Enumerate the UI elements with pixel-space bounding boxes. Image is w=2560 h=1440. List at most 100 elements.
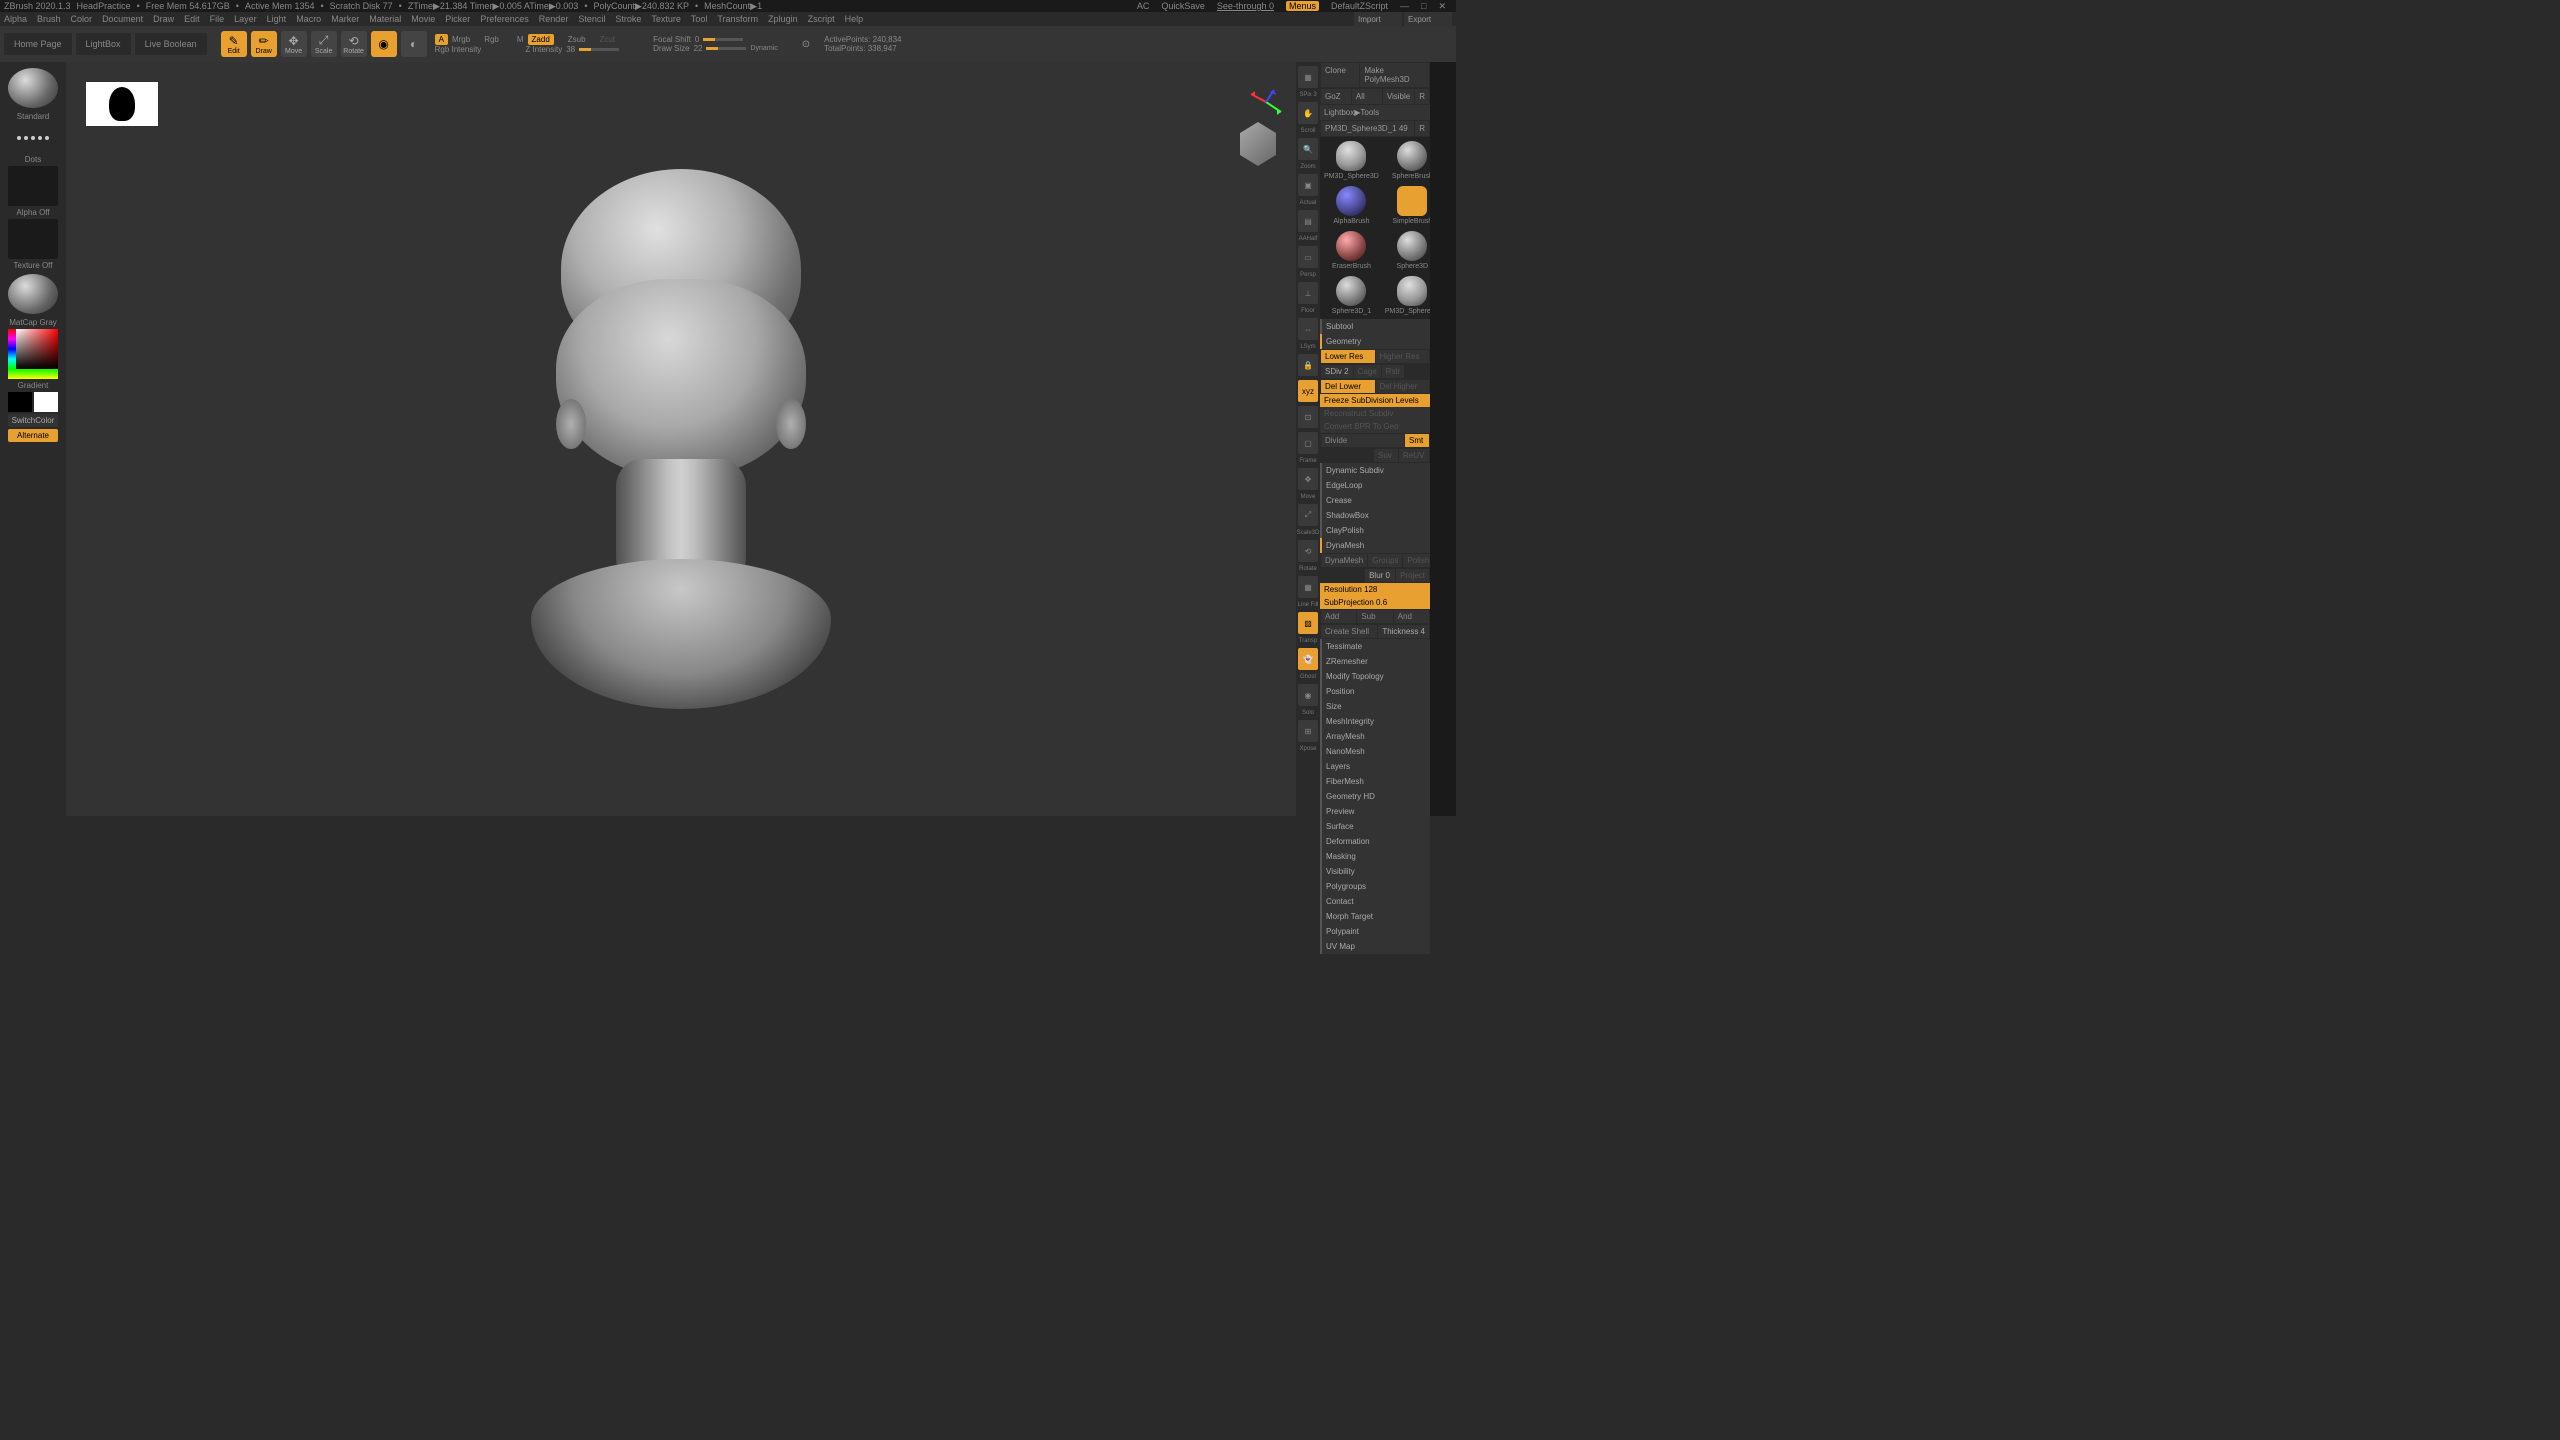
menu-texture[interactable]: Texture (651, 14, 681, 24)
color-picker[interactable] (8, 329, 58, 379)
create-shell-button[interactable]: Create Shell (1321, 625, 1377, 638)
scale-mode-button[interactable]: ⤢Scale (311, 31, 337, 57)
texture-selector[interactable] (8, 219, 58, 259)
make-polymesh-button[interactable]: Make PolyMesh3D (1360, 63, 1429, 87)
thickness-slider[interactable]: Thickness 4 (1378, 625, 1429, 638)
rtool-solo[interactable]: ◉ (1298, 684, 1318, 706)
edit-mode-button[interactable]: ✎Edit (221, 31, 247, 57)
rp-import[interactable]: Import (1354, 12, 1402, 27)
tool-item[interactable]: Sphere3D_1 (1322, 274, 1381, 317)
gradient-label[interactable]: Gradient (18, 381, 49, 390)
rtool-actual[interactable]: ▣ (1298, 174, 1318, 196)
rtool-scroll[interactable]: ✋ (1298, 102, 1318, 124)
sub-edgeloop[interactable]: EdgeLoop (1320, 478, 1430, 493)
tab-liveboolean[interactable]: Live Boolean (135, 33, 207, 55)
menu-edit[interactable]: Edit (184, 14, 200, 24)
section-subtool[interactable]: Subtool (1320, 319, 1430, 334)
tool-item[interactable]: PM3D_Sphere3D (1322, 139, 1381, 182)
alpha-selector[interactable] (8, 166, 58, 206)
stroke-selector[interactable] (8, 123, 58, 153)
subprojection-slider[interactable]: SubProjection 0.6 (1320, 596, 1430, 609)
panel-arraymesh[interactable]: ArrayMesh (1320, 729, 1430, 744)
rtool-lock[interactable]: 🔒 (1298, 354, 1318, 376)
menu-material[interactable]: Material (369, 14, 401, 24)
menu-zscript[interactable]: Zscript (808, 14, 835, 24)
menu-alpha[interactable]: Alpha (4, 14, 27, 24)
panel-deformation[interactable]: Deformation (1320, 834, 1430, 849)
sub-dynamesh[interactable]: DynaMesh (1320, 538, 1430, 553)
rtool-floor[interactable]: ⊥ (1298, 282, 1318, 304)
mrgb-toggle[interactable]: Mrgb (452, 35, 470, 44)
lightbox-tools[interactable]: Lightbox▶Tools (1320, 105, 1430, 120)
panel-layers[interactable]: Layers (1320, 759, 1430, 774)
dynamesh-button[interactable]: DynaMesh (1321, 554, 1367, 567)
a-toggle[interactable]: A (435, 34, 448, 45)
seethrough-slider[interactable]: See-through 0 (1217, 1, 1274, 11)
tab-homepage[interactable]: Home Page (4, 33, 72, 55)
panel-surface[interactable]: Surface (1320, 819, 1430, 834)
menu-stencil[interactable]: Stencil (578, 14, 605, 24)
menus-toggle[interactable]: Menus (1286, 1, 1319, 11)
z-intensity-value[interactable]: 38 (566, 45, 575, 54)
sdiv-slider[interactable]: SDiv 2 (1321, 365, 1353, 378)
alternate-button[interactable]: Alternate (8, 429, 58, 442)
right-tray[interactable] (1430, 62, 1456, 816)
viewport[interactable] (66, 62, 1296, 816)
resolution-slider[interactable]: Resolution 128 (1320, 583, 1430, 596)
reconstruct-button[interactable]: Reconstruct Subdiv (1320, 407, 1430, 420)
move-mode-button[interactable]: ✥Move (281, 31, 307, 57)
rtool-aahalf[interactable]: ▤ (1298, 210, 1318, 232)
freeze-subdiv-button[interactable]: Freeze SubDivision Levels (1320, 394, 1430, 407)
sub-dynamic-subdiv[interactable]: Dynamic Subdiv (1320, 463, 1430, 478)
divide-button[interactable]: Divide (1321, 434, 1404, 447)
sub-tessimate[interactable]: Tessimate (1320, 639, 1430, 654)
panel-polygroups[interactable]: Polygroups (1320, 879, 1430, 894)
rtool-bpr[interactable]: ▦ (1298, 66, 1318, 88)
sub-zremesher[interactable]: ZRemesher (1320, 654, 1430, 669)
menu-zplugin[interactable]: Zplugin (768, 14, 798, 24)
zcut-toggle[interactable]: Zcut (600, 35, 616, 44)
menu-movie[interactable]: Movie (411, 14, 435, 24)
goz-r[interactable]: R (1415, 89, 1429, 104)
higher-res-button[interactable]: Higher Res (1376, 350, 1430, 363)
camera-navigator[interactable] (1240, 122, 1276, 166)
curve-icon[interactable]: ⊙ (802, 39, 810, 50)
rtool-rotate[interactable]: ⟲ (1298, 540, 1318, 562)
z-intensity-label[interactable]: Z Intensity (525, 45, 562, 54)
rtool-ghost[interactable]: 👻 (1298, 648, 1318, 670)
sub-meshintegrity[interactable]: MeshIntegrity (1320, 714, 1430, 729)
rtool-xpose[interactable]: ⊞ (1298, 720, 1318, 742)
panel-visibility[interactable]: Visibility (1320, 864, 1430, 879)
zadd-toggle[interactable]: Zadd (528, 34, 554, 45)
menu-color[interactable]: Color (71, 14, 93, 24)
menu-light[interactable]: Light (267, 14, 287, 24)
axis-gizmo[interactable] (1246, 82, 1286, 122)
menu-marker[interactable]: Marker (331, 14, 359, 24)
gizmo-button[interactable]: ◉ (371, 31, 397, 57)
panel-masking[interactable]: Masking (1320, 849, 1430, 864)
menu-preferences[interactable]: Preferences (480, 14, 529, 24)
document-thumbnail[interactable] (86, 82, 158, 126)
menu-brush[interactable]: Brush (37, 14, 61, 24)
goz-visible[interactable]: Visible (1383, 89, 1414, 104)
goz-all[interactable]: All (1352, 89, 1382, 104)
menu-render[interactable]: Render (539, 14, 569, 24)
menu-file[interactable]: File (210, 14, 225, 24)
sculptris-button[interactable]: ◐ (401, 31, 427, 57)
goz-button[interactable]: GoZ (1321, 89, 1351, 104)
clone-button[interactable]: Clone (1321, 63, 1359, 87)
drawsize-slider[interactable] (706, 47, 746, 50)
panel-geometryhd[interactable]: Geometry HD (1320, 789, 1430, 804)
rtool-scale3d[interactable]: ⤢ (1298, 504, 1318, 526)
sub-position[interactable]: Position (1320, 684, 1430, 699)
quicksave-button[interactable]: QuickSave (1161, 1, 1205, 11)
menu-layer[interactable]: Layer (234, 14, 257, 24)
draw-mode-button[interactable]: ✏Draw (251, 31, 277, 57)
sub-shadowbox[interactable]: ShadowBox (1320, 508, 1430, 523)
rgb-intensity-label[interactable]: Rgb Intensity (435, 45, 482, 54)
rtool-xyz[interactable]: xyz (1298, 380, 1318, 402)
menu-picker[interactable]: Picker (445, 14, 470, 24)
menu-help[interactable]: Help (845, 14, 864, 24)
del-lower-button[interactable]: Del Lower (1321, 380, 1375, 393)
rtool-pf[interactable]: ⊡ (1298, 406, 1318, 428)
